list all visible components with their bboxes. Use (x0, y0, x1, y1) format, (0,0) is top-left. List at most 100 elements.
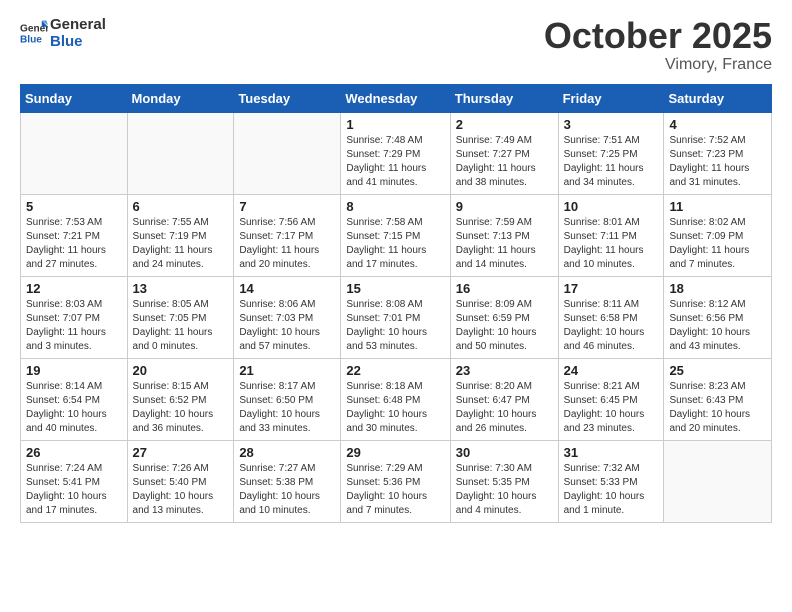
calendar-cell: 18 Sunrise: 8:12 AM Sunset: 6:56 PM Dayli… (664, 276, 772, 358)
svg-text:Blue: Blue (20, 35, 42, 46)
day-info: Sunrise: 8:21 AM Sunset: 6:45 PM Dayligh… (564, 380, 659, 436)
calendar-cell: 1 Sunrise: 7:48 AM Sunset: 7:29 PM Daylig… (341, 112, 450, 194)
calendar-cell: 8 Sunrise: 7:58 AM Sunset: 7:15 PM Daylig… (341, 194, 450, 276)
day-info: Sunrise: 8:23 AM Sunset: 6:43 PM Dayligh… (669, 380, 766, 436)
day-info: Sunrise: 8:02 AM Sunset: 7:09 PM Dayligh… (669, 216, 766, 272)
calendar-cell: 10 Sunrise: 8:01 AM Sunset: 7:11 PM Dayli… (558, 194, 664, 276)
day-number: 13 (133, 281, 229, 296)
day-info: Sunrise: 8:14 AM Sunset: 6:54 PM Dayligh… (26, 380, 122, 436)
day-info: Sunrise: 8:08 AM Sunset: 7:01 PM Dayligh… (346, 298, 444, 354)
calendar-cell (234, 112, 341, 194)
day-number: 7 (239, 199, 335, 214)
day-info: Sunrise: 7:32 AM Sunset: 5:33 PM Dayligh… (564, 462, 659, 518)
day-info: Sunrise: 8:06 AM Sunset: 7:03 PM Dayligh… (239, 298, 335, 354)
day-info: Sunrise: 7:30 AM Sunset: 5:35 PM Dayligh… (456, 462, 553, 518)
calendar-cell: 5Sunrise: 7:53 AM Sunset: 7:21 PM Daylig… (21, 194, 128, 276)
day-info: Sunrise: 8:17 AM Sunset: 6:50 PM Dayligh… (239, 380, 335, 436)
calendar: SundayMondayTuesdayWednesdayThursdayFrid… (20, 84, 772, 523)
calendar-cell: 16 Sunrise: 8:09 AM Sunset: 6:59 PM Dayli… (450, 276, 558, 358)
calendar-cell: 25 Sunrise: 8:23 AM Sunset: 6:43 PM Dayli… (664, 358, 772, 440)
calendar-cell: 3 Sunrise: 7:51 AM Sunset: 7:25 PM Daylig… (558, 112, 664, 194)
day-number: 11 (669, 199, 766, 214)
day-number: 8 (346, 199, 444, 214)
weekday-header-cell: Monday (127, 84, 234, 112)
calendar-body: 1 Sunrise: 7:48 AM Sunset: 7:29 PM Daylig… (21, 112, 772, 522)
day-number: 20 (133, 363, 229, 378)
calendar-cell: 26Sunrise: 7:24 AM Sunset: 5:41 PM Dayli… (21, 440, 128, 522)
calendar-cell: 12 Sunrise: 8:03 AM Sunset: 7:07 PM Dayli… (21, 276, 128, 358)
day-number: 10 (564, 199, 659, 214)
calendar-week-row: 26Sunrise: 7:24 AM Sunset: 5:41 PM Dayli… (21, 440, 772, 522)
calendar-cell (664, 440, 772, 522)
day-number: 21 (239, 363, 335, 378)
calendar-week-row: 1 Sunrise: 7:48 AM Sunset: 7:29 PM Daylig… (21, 112, 772, 194)
day-number: 24 (564, 363, 659, 378)
day-number: 18 (669, 281, 766, 296)
title-block: October 2025 Vimory, France (544, 16, 772, 74)
day-number: 17 (564, 281, 659, 296)
calendar-cell: 20 Sunrise: 8:15 AM Sunset: 6:52 PM Dayli… (127, 358, 234, 440)
logo-line1: General (50, 16, 106, 33)
calendar-cell: 9Sunrise: 7:59 AM Sunset: 7:13 PM Daylig… (450, 194, 558, 276)
weekday-header-row: SundayMondayTuesdayWednesdayThursdayFrid… (21, 84, 772, 112)
day-info: Sunrise: 7:58 AM Sunset: 7:15 PM Dayligh… (346, 216, 444, 272)
month-title: October 2025 (544, 16, 772, 56)
calendar-cell: 31Sunrise: 7:32 AM Sunset: 5:33 PM Dayli… (558, 440, 664, 522)
day-info: Sunrise: 7:52 AM Sunset: 7:23 PM Dayligh… (669, 134, 766, 190)
day-number: 15 (346, 281, 444, 296)
day-number: 27 (133, 445, 229, 460)
page: General Blue General Blue October 2025 V… (0, 0, 792, 543)
day-number: 1 (346, 117, 444, 132)
location-title: Vimory, France (544, 56, 772, 74)
day-number: 6 (133, 199, 229, 214)
day-number: 25 (669, 363, 766, 378)
calendar-week-row: 19 Sunrise: 8:14 AM Sunset: 6:54 PM Dayli… (21, 358, 772, 440)
day-number: 12 (26, 281, 122, 296)
day-number: 26 (26, 445, 122, 460)
day-info: Sunrise: 7:53 AM Sunset: 7:21 PM Dayligh… (26, 216, 122, 272)
day-number: 28 (239, 445, 335, 460)
calendar-cell: 19 Sunrise: 8:14 AM Sunset: 6:54 PM Dayli… (21, 358, 128, 440)
calendar-cell: 21 Sunrise: 8:17 AM Sunset: 6:50 PM Dayli… (234, 358, 341, 440)
weekday-header-cell: Tuesday (234, 84, 341, 112)
calendar-cell: 22 Sunrise: 8:18 AM Sunset: 6:48 PM Dayli… (341, 358, 450, 440)
day-number: 22 (346, 363, 444, 378)
day-info: Sunrise: 7:29 AM Sunset: 5:36 PM Dayligh… (346, 462, 444, 518)
weekday-header-cell: Sunday (21, 84, 128, 112)
day-info: Sunrise: 7:56 AM Sunset: 7:17 PM Dayligh… (239, 216, 335, 272)
day-number: 19 (26, 363, 122, 378)
day-info: Sunrise: 8:09 AM Sunset: 6:59 PM Dayligh… (456, 298, 553, 354)
logo-icon: General Blue (20, 19, 48, 47)
calendar-cell: 7 Sunrise: 7:56 AM Sunset: 7:17 PM Daylig… (234, 194, 341, 276)
calendar-cell: 2Sunrise: 7:49 AM Sunset: 7:27 PM Daylig… (450, 112, 558, 194)
calendar-cell: 17 Sunrise: 8:11 AM Sunset: 6:58 PM Dayli… (558, 276, 664, 358)
day-number: 2 (456, 117, 553, 132)
calendar-cell: 30 Sunrise: 7:30 AM Sunset: 5:35 PM Dayli… (450, 440, 558, 522)
day-info: Sunrise: 8:05 AM Sunset: 7:05 PM Dayligh… (133, 298, 229, 354)
day-info: Sunrise: 8:01 AM Sunset: 7:11 PM Dayligh… (564, 216, 659, 272)
day-number: 4 (669, 117, 766, 132)
day-info: Sunrise: 8:18 AM Sunset: 6:48 PM Dayligh… (346, 380, 444, 436)
day-info: Sunrise: 8:03 AM Sunset: 7:07 PM Dayligh… (26, 298, 122, 354)
day-number: 30 (456, 445, 553, 460)
calendar-cell: 6Sunrise: 7:55 AM Sunset: 7:19 PM Daylig… (127, 194, 234, 276)
day-number: 16 (456, 281, 553, 296)
day-number: 3 (564, 117, 659, 132)
calendar-cell: 24 Sunrise: 8:21 AM Sunset: 6:45 PM Dayli… (558, 358, 664, 440)
day-info: Sunrise: 8:12 AM Sunset: 6:56 PM Dayligh… (669, 298, 766, 354)
calendar-cell: 15 Sunrise: 8:08 AM Sunset: 7:01 PM Dayli… (341, 276, 450, 358)
header: General Blue General Blue October 2025 V… (20, 16, 772, 74)
day-info: Sunrise: 8:11 AM Sunset: 6:58 PM Dayligh… (564, 298, 659, 354)
day-info: Sunrise: 7:51 AM Sunset: 7:25 PM Dayligh… (564, 134, 659, 190)
day-number: 29 (346, 445, 444, 460)
day-info: Sunrise: 7:48 AM Sunset: 7:29 PM Dayligh… (346, 134, 444, 190)
logo: General Blue General Blue (20, 16, 106, 51)
calendar-cell (21, 112, 128, 194)
day-info: Sunrise: 8:15 AM Sunset: 6:52 PM Dayligh… (133, 380, 229, 436)
day-number: 9 (456, 199, 553, 214)
day-number: 23 (456, 363, 553, 378)
calendar-cell (127, 112, 234, 194)
weekday-header-cell: Saturday (664, 84, 772, 112)
weekday-header-cell: Friday (558, 84, 664, 112)
calendar-cell: 23Sunrise: 8:20 AM Sunset: 6:47 PM Dayli… (450, 358, 558, 440)
